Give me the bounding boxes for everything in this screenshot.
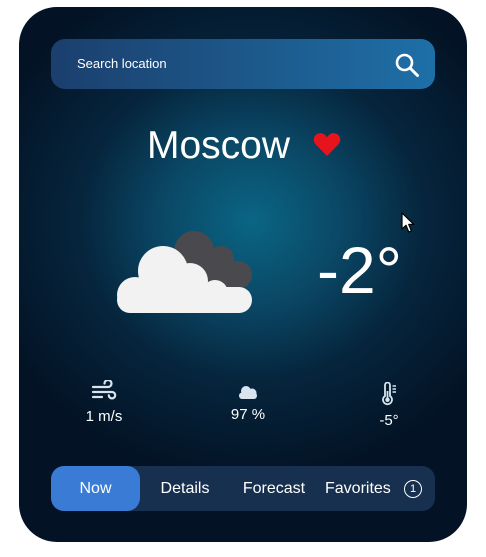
city-name: Moscow — [147, 124, 291, 167]
weather-card: Search location Moscow -2° 1 m/s 97 % -5… — [19, 7, 467, 542]
cloudy-icon — [117, 231, 252, 313]
tab-bar: Now Details Forecast Favorites 1 — [51, 466, 435, 511]
wind-icon — [91, 380, 117, 400]
search-input[interactable]: Search location — [77, 39, 377, 89]
feels-like-value: -5° — [379, 412, 399, 429]
tab-forecast[interactable]: Forecast — [232, 466, 316, 511]
search-icon[interactable] — [394, 52, 420, 78]
tab-details[interactable]: Details — [145, 466, 225, 511]
location-header: Moscow — [19, 122, 467, 172]
tab-now[interactable]: Now — [51, 466, 140, 511]
cloud-icon — [239, 386, 257, 399]
thermometer-icon — [382, 382, 396, 406]
wind-stat: 1 m/s — [59, 380, 149, 425]
favorites-count-badge: 1 — [404, 480, 422, 498]
feels-like-stat: -5° — [344, 382, 434, 429]
search-bar[interactable]: Search location — [51, 39, 435, 89]
wind-value: 1 m/s — [85, 408, 123, 425]
humidity-stat: 97 % — [203, 384, 293, 423]
heart-icon[interactable] — [313, 131, 341, 157]
temperature: -2° — [317, 233, 403, 307]
humidity-value: 97 % — [230, 406, 266, 423]
mouse-cursor-icon — [401, 212, 415, 233]
